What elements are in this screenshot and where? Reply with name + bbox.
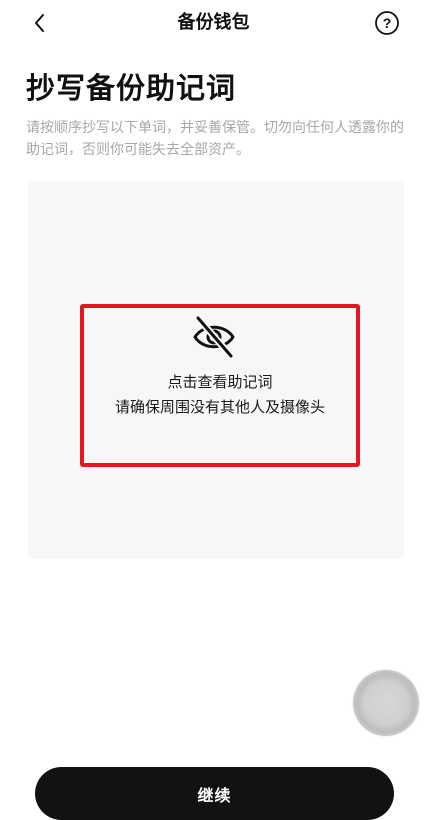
reveal-hint-title: 点击查看助记词 [167,373,273,391]
reveal-hint-warning: 请确保周围没有其他人及摄像头 [114,398,325,416]
page-description: 请按顺序抄写以下单词，并妥善保管。切勿向任何人透露你的助记词，否则你可能失去全部… [26,120,404,158]
help-glyph: ? [383,15,392,31]
question-circle-icon: ? [375,11,399,35]
page-title: 抄写备份助记词 [26,71,237,105]
eye-off-icon [193,314,235,360]
floating-assistive-ball[interactable] [353,670,419,736]
nav-bar: 备份钱包 ? [0,0,427,46]
continue-button[interactable]: 继续 [35,767,394,820]
help-button[interactable]: ? [374,10,400,36]
nav-title: 备份钱包 [177,12,250,33]
